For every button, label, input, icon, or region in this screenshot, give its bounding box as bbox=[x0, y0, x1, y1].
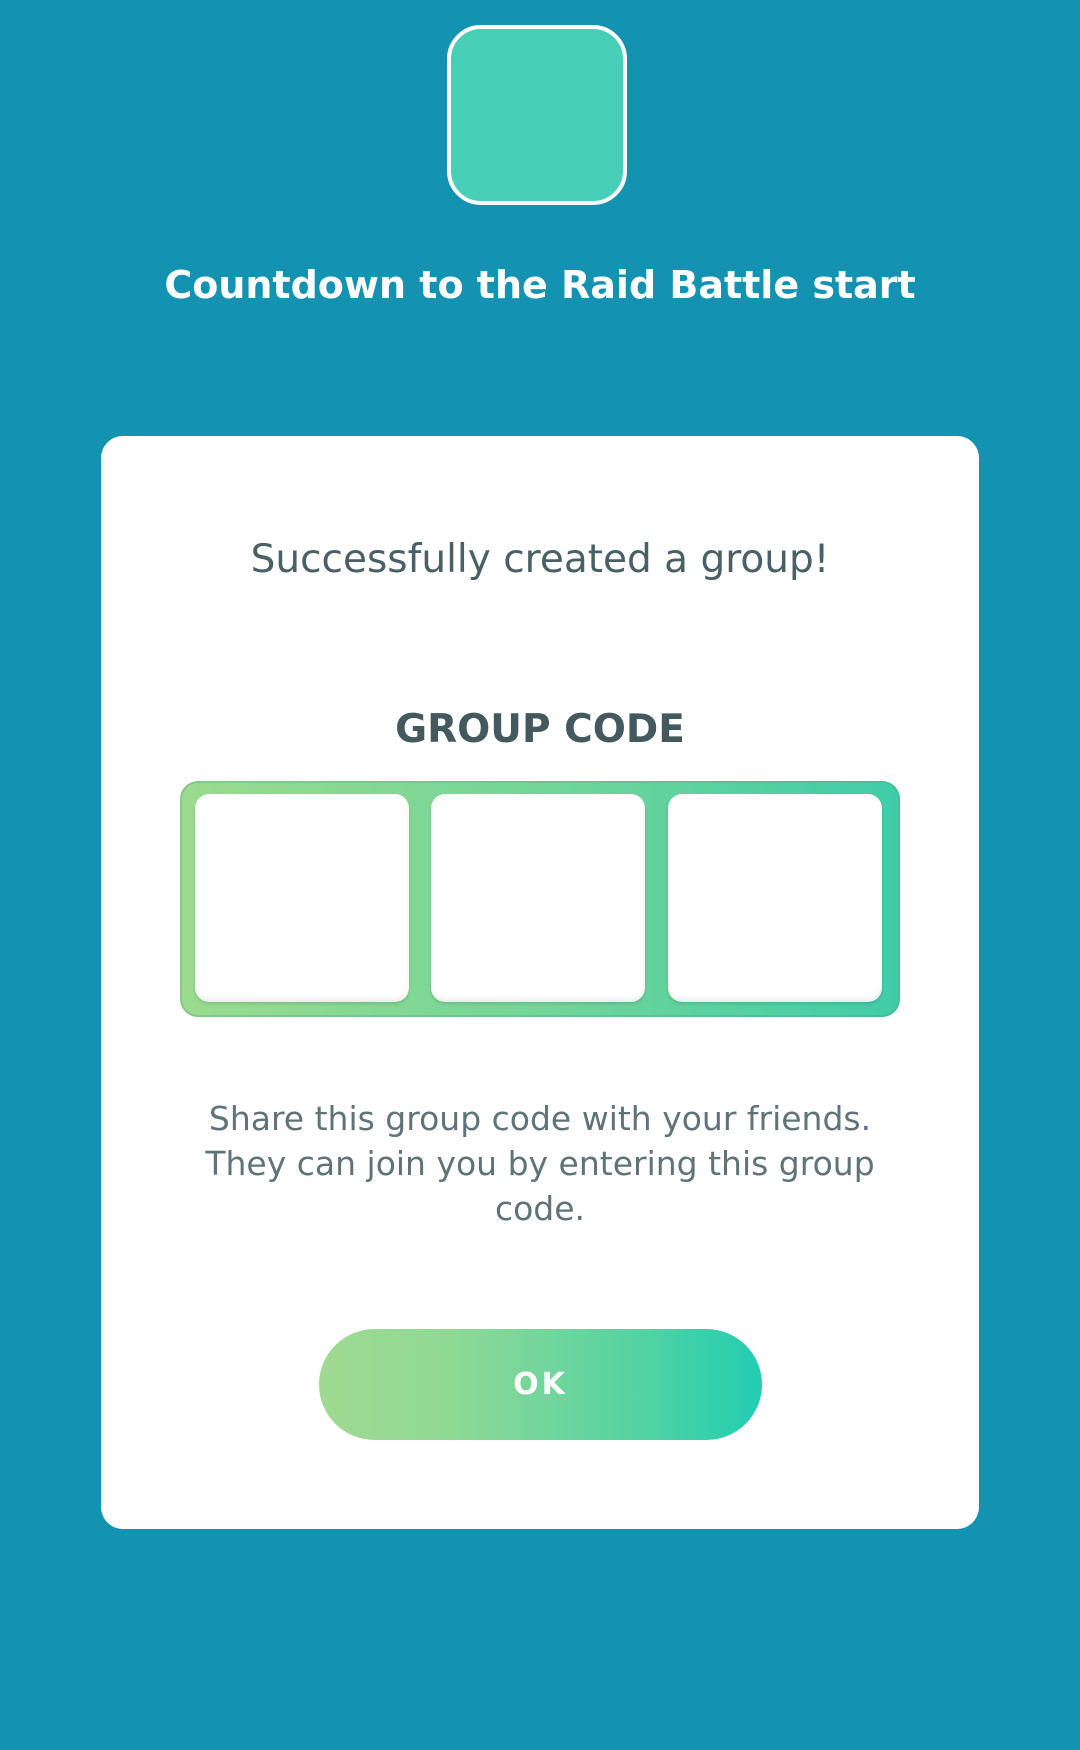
group-code-heading: GROUP CODE bbox=[395, 707, 685, 752]
countdown-timer-tile bbox=[447, 25, 627, 205]
group-code-slot-2 bbox=[431, 794, 645, 1002]
ok-button[interactable]: OK bbox=[319, 1329, 762, 1440]
group-code-slot-1 bbox=[195, 794, 409, 1002]
countdown-title: Countdown to the Raid Battle start bbox=[164, 263, 916, 307]
group-code-display bbox=[180, 781, 900, 1017]
group-created-dialog: Successfully created a group! GROUP CODE… bbox=[101, 436, 979, 1529]
group-code-slot-3 bbox=[668, 794, 882, 1002]
share-instructions: Share this group code with your friends.… bbox=[205, 1099, 875, 1228]
success-message: Successfully created a group! bbox=[250, 537, 830, 582]
